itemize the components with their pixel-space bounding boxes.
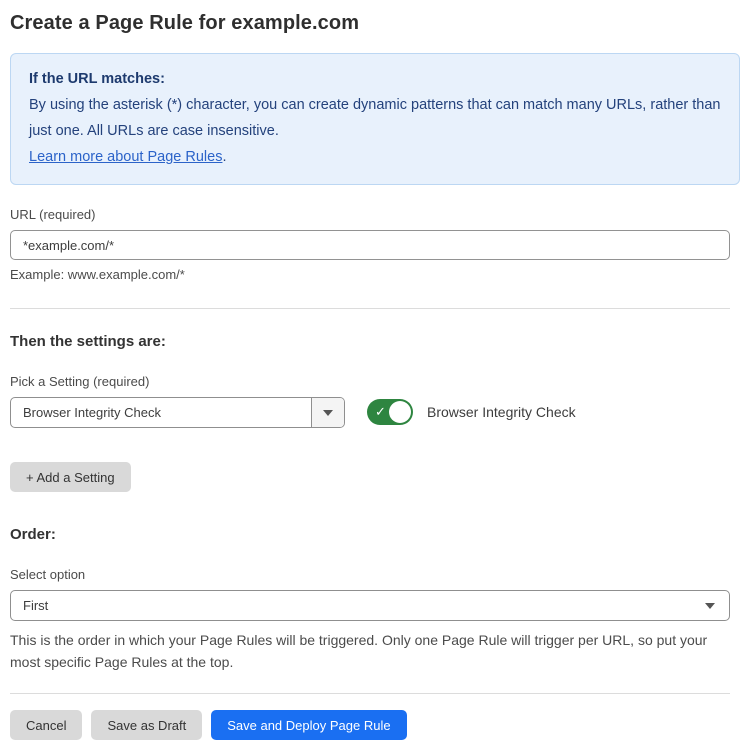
setting-select[interactable]: Browser Integrity Check (10, 397, 345, 428)
url-field-helper: Example: www.example.com/* (10, 267, 740, 282)
toggle-knob (389, 401, 411, 423)
info-box-body: By using the asterisk (*) character, you… (29, 92, 721, 170)
info-box-body-text: By using the asterisk (*) character, you… (29, 97, 721, 139)
order-select-value: First (23, 598, 48, 613)
order-section-heading: Order: (10, 526, 740, 543)
chevron-down-icon (323, 410, 333, 416)
setting-toggle[interactable]: ✓ (367, 399, 413, 425)
order-helper-text: This is the order in which your Page Rul… (10, 629, 732, 673)
page-title: Create a Page Rule for example.com (10, 12, 740, 35)
info-box-heading: If the URL matches: (29, 66, 721, 92)
cancel-button[interactable]: Cancel (10, 710, 82, 740)
setting-toggle-label: Browser Integrity Check (427, 404, 576, 420)
order-select[interactable]: First (10, 590, 730, 621)
form-actions: Cancel Save as Draft Save and Deploy Pag… (10, 710, 740, 740)
link-suffix: . (222, 149, 226, 165)
setting-select-arrow-button[interactable] (311, 398, 344, 427)
learn-more-link[interactable]: Learn more about Page Rules (29, 149, 222, 165)
save-as-draft-button[interactable]: Save as Draft (91, 710, 202, 740)
section-divider (10, 308, 730, 309)
settings-section-heading: Then the settings are: (10, 333, 740, 350)
add-setting-button[interactable]: + Add a Setting (10, 462, 131, 492)
page-rule-form: Create a Page Rule for example.com If th… (0, 0, 750, 740)
setting-row: Browser Integrity Check ✓ Browser Integr… (10, 397, 740, 428)
footer-divider (10, 693, 730, 694)
setting-select-value: Browser Integrity Check (11, 398, 311, 427)
save-and-deploy-button[interactable]: Save and Deploy Page Rule (211, 710, 406, 740)
order-select-label: Select option (10, 567, 740, 582)
setting-picker-label: Pick a Setting (required) (10, 374, 740, 389)
url-input[interactable] (10, 230, 730, 260)
url-field-label: URL (required) (10, 207, 740, 222)
chevron-down-icon (705, 603, 715, 609)
url-match-info-box: If the URL matches: By using the asteris… (10, 53, 740, 185)
check-icon: ✓ (375, 405, 386, 418)
